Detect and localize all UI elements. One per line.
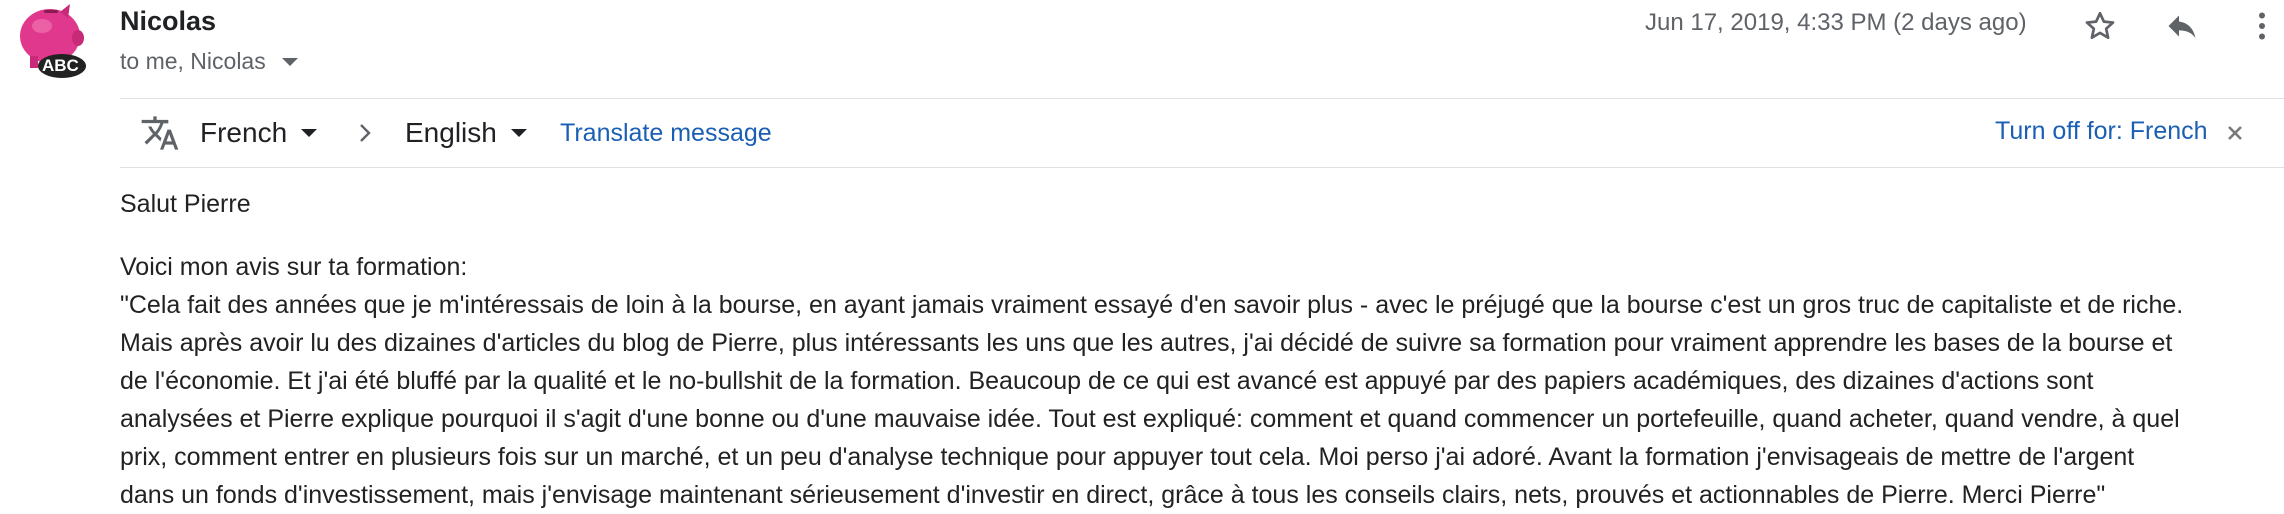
message-date: Jun 17, 2019, 4:33 PM (2 days ago) — [1645, 9, 2027, 36]
more-options-button[interactable] — [2240, 4, 2284, 48]
recipients-dropdown[interactable]: to me, Nicolas — [120, 48, 298, 75]
message-line: Mais après avoir lu des dizaines d'artic… — [120, 329, 2173, 357]
sender-name[interactable]: Nicolas — [120, 6, 216, 37]
translate-icon — [141, 116, 179, 150]
message-greeting: Salut Pierre — [120, 190, 251, 218]
chevron-down-icon — [301, 129, 318, 137]
more-vert-icon — [2259, 12, 2265, 40]
message-line: prix, comment entrer en plusieurs fois s… — [120, 443, 2135, 471]
reply-button[interactable] — [2160, 4, 2204, 48]
recipients-label: to me, Nicolas — [120, 48, 266, 74]
message-line: analysées et Pierre explique pourquoi il… — [120, 405, 2180, 433]
translate-message-link[interactable]: Translate message — [560, 119, 772, 148]
message-body: Salut Pierre Voici mon avis sur ta forma… — [120, 185, 2284, 514]
message-line: de l'économie. Et j'ai été bluffé par la… — [120, 367, 2094, 395]
message-line: "Cela fait des années que je m'intéressa… — [120, 291, 2184, 319]
chevron-down-icon — [510, 129, 527, 137]
avatar[interactable]: ABC — [8, 0, 88, 80]
source-language-label: French — [200, 117, 288, 148]
target-language-label: English — [405, 117, 497, 148]
turn-off-translation-link[interactable]: Turn off for: French — [1995, 117, 2208, 146]
message-intro: Voici mon avis sur ta formation: — [120, 253, 468, 281]
reply-icon — [2168, 15, 2196, 38]
target-language-select[interactable]: English — [405, 113, 527, 153]
avatar-badge-text: ABC — [42, 56, 79, 75]
close-icon — [2228, 126, 2242, 140]
star-icon — [2085, 11, 2115, 40]
chevron-down-icon — [281, 57, 298, 66]
chevron-right-icon — [360, 124, 371, 142]
star-button[interactable] — [2078, 4, 2122, 48]
message-line: dans un fonds d'investissement, mais j'e… — [120, 481, 2106, 509]
source-language-select[interactable]: French — [200, 113, 318, 153]
close-translate-button[interactable] — [2223, 121, 2247, 145]
translate-bar: French English Translate message Turn of… — [120, 98, 2284, 168]
